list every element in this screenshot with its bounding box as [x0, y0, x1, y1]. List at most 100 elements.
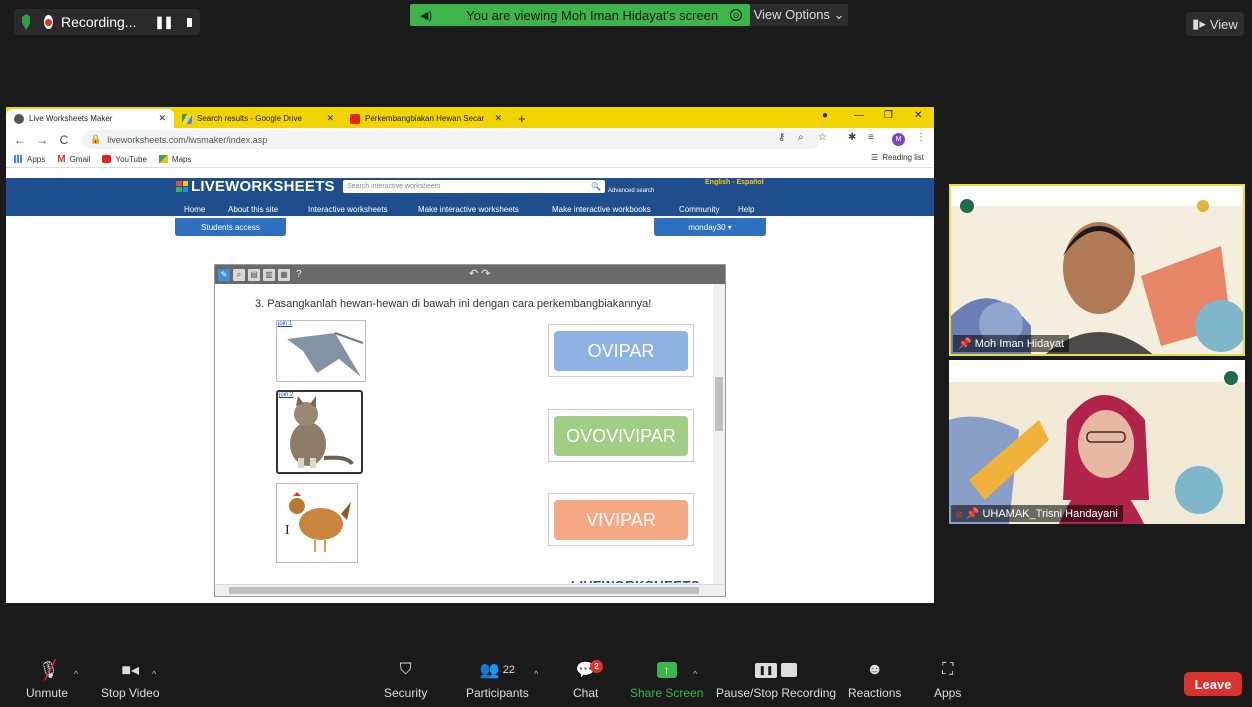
meeting-toolbar: 🎙 ╱ Unmute ^ ■◂ Stop Video ^ ⛉ Security 👥… [0, 660, 1252, 707]
nav-interactive-worksheets[interactable]: Interactive worksheets [308, 205, 388, 214]
zoom-icon[interactable]: ⌕ [798, 132, 804, 143]
nav-make-workbooks[interactable]: Make interactive workbooks [552, 205, 651, 214]
answer-box-ovipar[interactable]: OVIPAR [548, 324, 694, 377]
stop-icon[interactable] [186, 17, 193, 27]
view-button[interactable]: ▮▸ View [1186, 12, 1244, 36]
tab-live-worksheets[interactable]: Live Worksheets Maker ✕ [6, 109, 174, 128]
security-button[interactable]: ⛉ Security [384, 660, 427, 700]
reactions-button[interactable]: ☻ Reactions [848, 660, 901, 700]
language-switch[interactable]: English - Español [705, 179, 764, 186]
tab-title: Search results - Google Drive [197, 114, 302, 123]
view-layout-icon: ▮▸ [1192, 16, 1206, 31]
share-screen-button[interactable]: ↑ Share Screen [630, 660, 703, 700]
bookmark-gmail[interactable]: M Gmail [57, 154, 90, 165]
media-icon[interactable]: ≡ [868, 132, 874, 143]
chevron-up-icon[interactable]: ^ [74, 669, 78, 679]
reading-list-button[interactable]: ☰ Reading list [871, 153, 924, 162]
pin-icon: 📌 [965, 508, 980, 520]
site-search-input[interactable]: Search interactive worksheets 🔍 [343, 180, 605, 193]
search-icon[interactable]: 🔍 [591, 182, 601, 191]
profile-dot-icon[interactable]: ● [822, 110, 828, 121]
menu-icon[interactable]: ⋮ [916, 132, 926, 143]
undo-redo-icon[interactable]: ↶ ↷ [469, 267, 491, 280]
page-tool-icon[interactable]: ▤ [248, 268, 260, 281]
video-tile-trisni[interactable]: ⌀ 📌 UHAMAK_Trisni Handayani [949, 360, 1245, 524]
nav-about[interactable]: About this site [228, 205, 278, 214]
answer-box-ovovivipar[interactable]: OVOVIVIPAR [548, 409, 694, 462]
edit-tool-icon[interactable]: ✎ [218, 268, 230, 281]
pin-icon: 📌 [958, 338, 972, 350]
apps-icon: ⛶ [942, 661, 954, 678]
nav-make-worksheets[interactable]: Make interactive worksheets [418, 205, 519, 214]
view-button-label: View [1209, 16, 1238, 32]
close-icon[interactable]: ✕ [158, 113, 166, 124]
forward-icon[interactable]: → [34, 133, 50, 147]
window-close-icon[interactable]: ✕ [914, 110, 922, 121]
copy-tool-icon[interactable]: ▥ [263, 268, 275, 281]
hen-image[interactable]: I [276, 483, 358, 563]
url-bar[interactable]: 🔒 liveworksheets.com/lwsmaker/index.asp [82, 130, 820, 149]
unmute-button[interactable]: 🎙 ╱ Unmute [26, 659, 68, 701]
answer-ovipar[interactable]: OVIPAR [554, 331, 688, 371]
advanced-search-link[interactable]: Advanced search [608, 188, 654, 194]
cat-image[interactable]: join:2 [276, 390, 363, 474]
tab-title: Live Worksheets Maker [29, 114, 113, 123]
answer-box-vivipar[interactable]: VIVIPAR [548, 493, 694, 546]
user-menu-button[interactable]: monday30 ▾ [654, 218, 766, 236]
minimize-icon[interactable]: — [854, 110, 864, 121]
star-icon[interactable]: ☆ [818, 132, 827, 143]
close-icon[interactable]: ✕ [326, 113, 334, 124]
chevron-up-icon[interactable]: ^ [693, 669, 697, 679]
site-header: LIVEWORKSHEETS Search interactive worksh… [6, 178, 934, 216]
stop-video-button[interactable]: ■◂ Stop Video [101, 660, 160, 700]
site-logo[interactable]: LIVEWORKSHEETS [176, 178, 335, 195]
pause-stop-recording-button[interactable]: ❚❚ Pause/Stop Recording [716, 660, 836, 700]
save-tool-icon[interactable]: ▦ [278, 268, 290, 281]
avatar[interactable]: M [892, 133, 905, 146]
answer-vivipar[interactable]: VIVIPAR [554, 500, 688, 540]
vertical-scrollbar[interactable] [713, 284, 725, 584]
preview-tool-icon[interactable]: ⌕ [233, 268, 245, 281]
mic-muted-icon: 🎙 ╱ [38, 659, 59, 680]
nav-community[interactable]: Community [679, 205, 719, 214]
key-icon[interactable]: ⚷ [778, 132, 785, 143]
extensions-icon[interactable]: ✱ [848, 132, 856, 143]
video-tile-moh-iman[interactable]: 📌 Moh Iman Hidayat [949, 184, 1245, 356]
stingray-image[interactable]: join:1 [276, 320, 366, 382]
chevron-up-icon[interactable]: ^ [152, 669, 156, 679]
apps-grid-icon [14, 155, 23, 163]
apps-button[interactable]: ⛶ Apps [934, 660, 961, 700]
pause-icon[interactable]: ❚❚ [154, 15, 173, 29]
help-icon[interactable]: ? [296, 269, 302, 280]
new-tab-button[interactable]: + [510, 109, 534, 128]
reload-icon[interactable]: C [56, 133, 72, 147]
back-icon[interactable]: ← [12, 133, 28, 147]
tab-youtube-video[interactable]: Perkembangbiakan Hewan Secar ✕ [342, 109, 510, 128]
smiley-icon: ☻ [866, 661, 884, 678]
answer-ovovivipar[interactable]: OVOVIVIPAR [554, 416, 688, 456]
shield-icon: ⛉ [399, 661, 412, 678]
participants-icon: 👥 22 [479, 662, 515, 679]
close-icon[interactable]: ✕ [494, 113, 502, 124]
recording-indicator[interactable]: Recording... ❚❚ [14, 9, 200, 35]
bookmark-apps[interactable]: Apps [14, 155, 45, 164]
shared-browser-window: Live Worksheets Maker ✕ Search results -… [6, 107, 934, 603]
chevron-up-icon[interactable]: ^ [534, 669, 538, 679]
horizontal-scrollbar[interactable] [215, 584, 725, 596]
restore-icon[interactable]: ❐ [884, 110, 893, 121]
leave-button[interactable]: Leave [1184, 672, 1242, 696]
participants-button[interactable]: 👥 22 Participants [466, 660, 529, 700]
tab-strip: Live Worksheets Maker ✕ Search results -… [6, 107, 934, 128]
students-access-button[interactable]: Students access [175, 218, 286, 236]
bookmark-youtube[interactable]: YouTube [102, 155, 147, 164]
bookmark-maps[interactable]: Maps [158, 155, 191, 164]
tab-google-drive[interactable]: Search results - Google Drive ✕ [174, 109, 342, 128]
address-bar-row: ← → C 🔒 liveworksheets.com/lwsmaker/inde… [6, 128, 934, 151]
muted-mic-icon: ⌀ [956, 508, 963, 520]
chat-badge: 2 [590, 660, 603, 673]
nav-home[interactable]: Home [184, 205, 205, 214]
nav-help[interactable]: Help [738, 205, 754, 214]
cat-picture [290, 396, 354, 468]
video-feed-moh-iman [951, 186, 1243, 354]
view-options-button[interactable]: View Options ⌄ [750, 4, 848, 26]
